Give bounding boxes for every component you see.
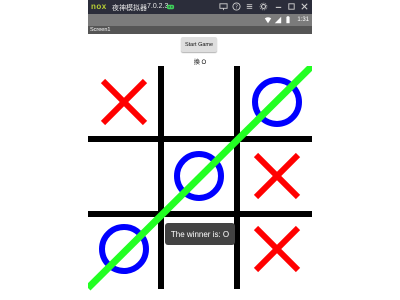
emulator-window: nox 夜神模拟器 7.0.2.3 ? 1:31 Screen1 Start G… (88, 0, 312, 300)
monitor-icon[interactable] (219, 2, 228, 11)
android-status-bar: 1:31 (88, 14, 312, 26)
minimize-icon[interactable] (274, 2, 283, 11)
svg-text:?: ? (235, 4, 238, 10)
signal-icon (274, 16, 282, 24)
grid-line-vertical-left (158, 66, 164, 289)
gamepad-icon[interactable] (166, 2, 175, 11)
menu-icon[interactable] (245, 2, 254, 11)
settings-gear-icon[interactable] (259, 2, 268, 11)
turn-status-label: 換 O (193, 60, 207, 66)
battery-icon (284, 16, 292, 24)
right-background (312, 0, 400, 300)
tic-tac-toe-board (88, 66, 312, 291)
board-cell-1-2[interactable] (243, 142, 311, 210)
app-title: Screen1 (90, 27, 111, 33)
start-game-button[interactable]: Start Game (181, 37, 217, 52)
wifi-icon (264, 16, 272, 24)
board-cell-0-1[interactable] (165, 68, 233, 136)
maximize-icon[interactable] (287, 2, 296, 11)
emulator-title: 夜神模拟器 (112, 5, 147, 12)
close-icon[interactable] (300, 2, 309, 11)
emulator-logo: nox (91, 2, 107, 11)
board-cell-0-0[interactable] (90, 68, 158, 136)
help-icon[interactable]: ? (232, 2, 241, 11)
status-time: 1:31 (297, 17, 309, 23)
app-action-bar: Screen1 (88, 26, 312, 34)
board-cell-1-0[interactable] (90, 142, 158, 210)
left-background (0, 0, 88, 300)
board-cell-2-2[interactable] (243, 215, 311, 283)
emulator-titlebar: nox 夜神模拟器 7.0.2.3 ? (88, 0, 312, 14)
winner-toast: The winner is: O (165, 223, 235, 245)
grid-line-horizontal-top (88, 136, 312, 142)
grid-line-vertical-right (234, 66, 240, 289)
